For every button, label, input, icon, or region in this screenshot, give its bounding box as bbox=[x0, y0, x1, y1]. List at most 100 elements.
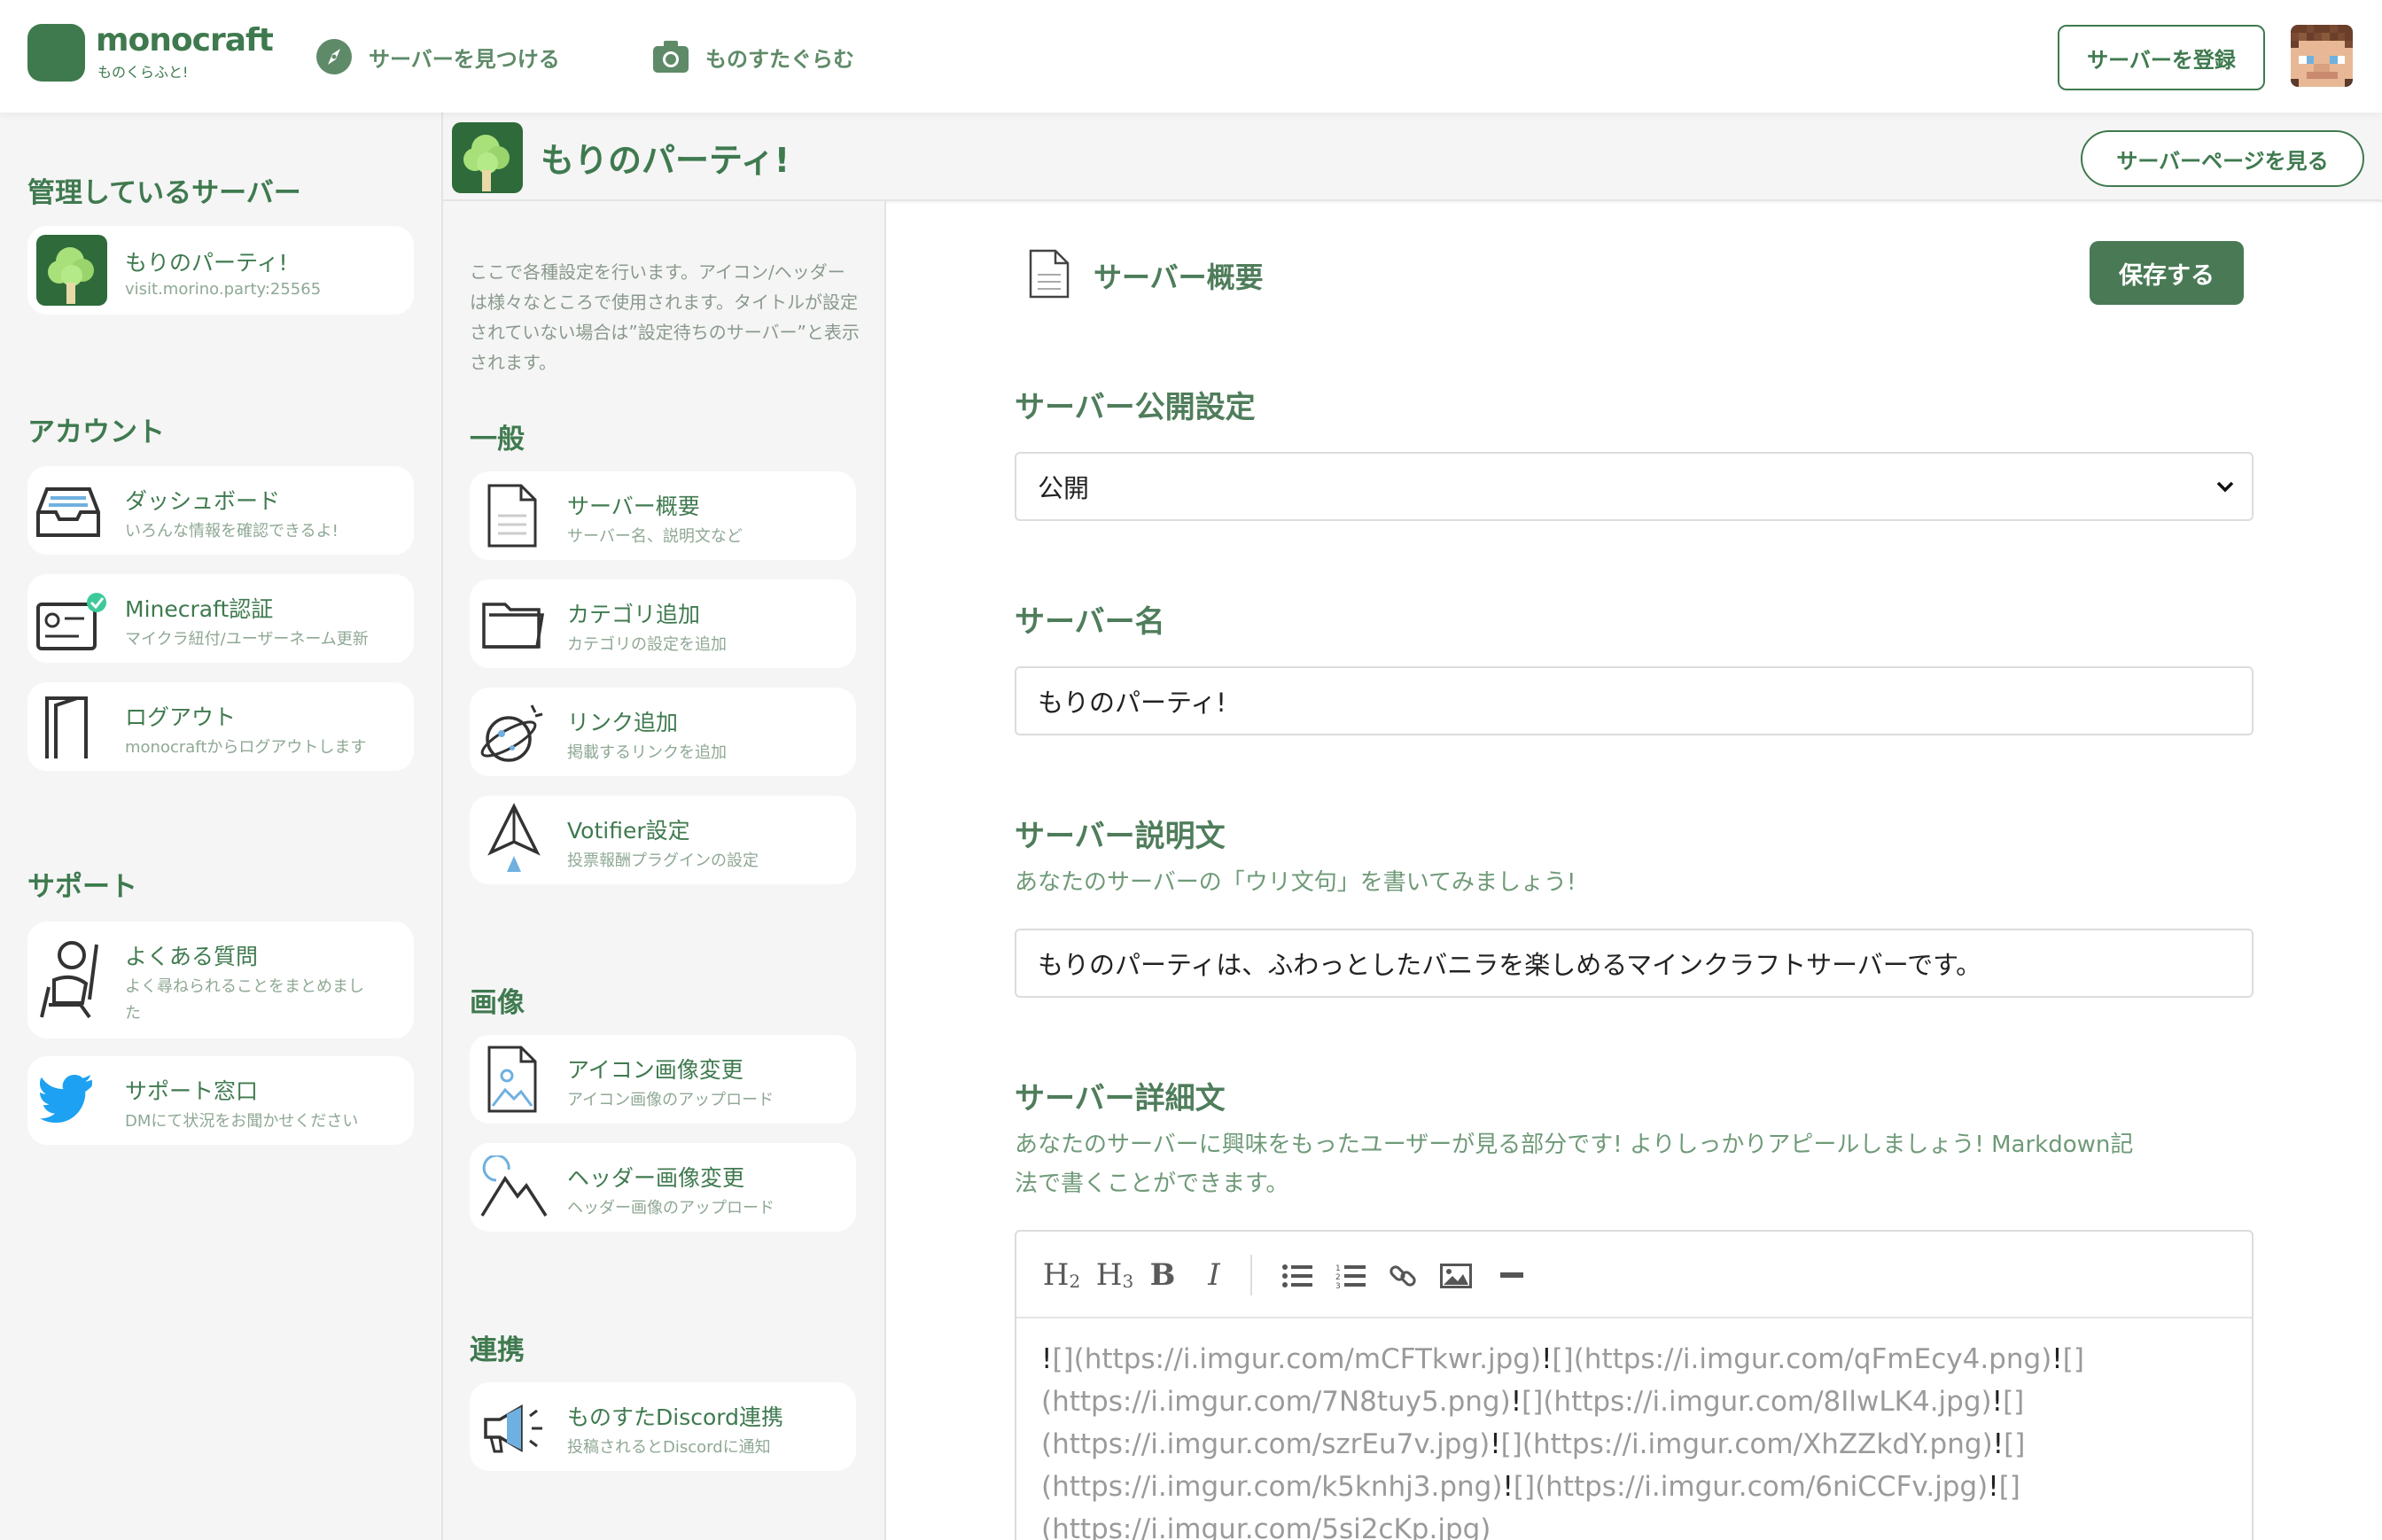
person-chair-icon bbox=[40, 941, 98, 1019]
settings-item-links[interactable]: リンク追加 掲載するリンクを追加 bbox=[470, 688, 856, 776]
votifier-label: Votifier設定 bbox=[567, 818, 690, 844]
links-sub: 掲載するリンクを追加 bbox=[567, 743, 727, 762]
overview-label: サーバー概要 bbox=[567, 494, 700, 519]
description-input[interactable]: もりのパーティは、ふわっとしたバニラを楽しめるマインクラフトサーバーです。 bbox=[1015, 929, 2254, 998]
compass-icon bbox=[316, 39, 352, 74]
chevron-down-icon bbox=[2216, 481, 2234, 493]
mountain-icon bbox=[480, 1155, 548, 1217]
id-card-check-icon bbox=[36, 593, 106, 650]
icon-image-sub: アイコン画像のアップロード bbox=[567, 1091, 775, 1109]
logout-sub: monocraftからログアウトします bbox=[125, 738, 367, 757]
server-tree-icon bbox=[452, 122, 523, 193]
integration-heading: 連携 bbox=[470, 1334, 525, 1366]
settings-item-category[interactable]: カテゴリ追加 カテゴリの設定を追加 bbox=[470, 579, 856, 668]
image-heading: 画像 bbox=[470, 987, 525, 1019]
settings-item-discord[interactable]: ものすたDiscord連携 投稿されるとDiscordに通知 bbox=[470, 1382, 856, 1471]
minecraft-auth-label: Minecraft認証 bbox=[125, 596, 274, 622]
server-name-input[interactable]: もりのパーティ! bbox=[1015, 666, 2254, 735]
minecraft-auth-sub: マイクラ紐付/ユーザーネーム更新 bbox=[125, 630, 369, 649]
settings-item-icon-image[interactable]: アイコン画像変更 アイコン画像のアップロード bbox=[470, 1035, 856, 1124]
editor-line: (https://i.imgur.com/szrEu7v.jpg)![](htt… bbox=[1041, 1428, 2026, 1460]
description-value: もりのパーティは、ふわっとしたバニラを楽しめるマインクラフトサーバーです。 bbox=[1038, 950, 1982, 980]
document-icon bbox=[1029, 249, 1070, 299]
editor-line: (https://i.imgur.com/5si2cKp.jpg) bbox=[1041, 1513, 1491, 1540]
nav-find-servers-label: サーバーを見つける bbox=[369, 46, 560, 72]
category-label: カテゴリ追加 bbox=[567, 602, 701, 627]
server-name-value: もりのパーティ! bbox=[1038, 688, 1226, 718]
sidebar-item-minecraft-auth[interactable]: Minecraft認証 マイクラ紐付/ユーザーネーム更新 bbox=[27, 574, 414, 663]
links-label: リンク追加 bbox=[567, 710, 679, 735]
support-sub: DMにて状況をお聞かせください bbox=[125, 1112, 359, 1131]
italic-button[interactable]: I bbox=[1199, 1256, 1229, 1294]
server-name-label: サーバー名 bbox=[1015, 604, 1165, 640]
logo-subtitle: ものくらふと! bbox=[97, 64, 189, 81]
visibility-select[interactable]: 公開 bbox=[1015, 452, 2254, 521]
sidebar-item-support[interactable]: サポート窓口 DMにて状況をお聞かせください bbox=[27, 1056, 414, 1145]
settings-item-header-image[interactable]: ヘッダー画像変更 ヘッダー画像のアップロード bbox=[470, 1143, 856, 1232]
visibility-value: 公開 bbox=[1038, 473, 1090, 503]
logout-label: ログアウト bbox=[125, 704, 237, 730]
account-heading: アカウント bbox=[27, 416, 165, 448]
markdown-editor[interactable]: H2 H3 B I 123 ![](https://i.imgur.com/mC… bbox=[1015, 1230, 2254, 1540]
nav-find-servers[interactable]: サーバーを見つける bbox=[315, 37, 560, 76]
dashboard-sub: いろんな情報を確認できるよ! bbox=[125, 522, 339, 541]
detail-hint-line2: 法で書くことができます。 bbox=[1015, 1171, 1289, 1197]
tree-server-icon bbox=[36, 235, 107, 306]
bullet-list-icon[interactable] bbox=[1282, 1264, 1312, 1287]
megaphone-icon bbox=[484, 1404, 542, 1453]
bold-button[interactable]: B bbox=[1148, 1256, 1178, 1294]
header-image-sub: ヘッダー画像のアップロード bbox=[567, 1199, 775, 1217]
managed-servers-heading: 管理しているサーバー bbox=[27, 177, 301, 209]
editor-toolbar: H2 H3 B I 123 bbox=[1016, 1232, 2252, 1318]
heading2-button[interactable]: H2 bbox=[1041, 1256, 1082, 1294]
nav-monostagram[interactable]: ものすたぐらむ bbox=[652, 37, 854, 76]
description-hint: あなたのサーバーの「ウリ文句」を書いてみましょう! bbox=[1015, 869, 1576, 896]
document-icon bbox=[487, 484, 537, 548]
visibility-label: サーバー公開設定 bbox=[1015, 390, 1256, 425]
twitter-bird-icon bbox=[40, 1074, 92, 1124]
faq-sub-line2: た bbox=[125, 1004, 141, 1023]
inbox-icon bbox=[36, 487, 100, 537]
votifier-sub: 投票報酬プラグインの設定 bbox=[567, 852, 759, 870]
managed-server-name: もりのパーティ! bbox=[125, 250, 288, 276]
support-label: サポート窓口 bbox=[125, 1078, 259, 1104]
overview-sub: サーバー名、説明文など bbox=[567, 527, 743, 546]
sidebar-item-dashboard[interactable]: ダッシュボード いろんな情報を確認できるよ! bbox=[27, 466, 414, 555]
register-server-button[interactable]: サーバーを登録 bbox=[2058, 25, 2265, 90]
sidebar-item-logout[interactable]: ログアウト monocraftからログアウトします bbox=[27, 682, 414, 771]
image-icon[interactable] bbox=[1440, 1264, 1472, 1288]
svg-text:1: 1 bbox=[1335, 1264, 1341, 1273]
logo-mark[interactable] bbox=[27, 24, 85, 82]
svg-text:2: 2 bbox=[1335, 1273, 1341, 1282]
managed-server-address: visit.morino.party:25565 bbox=[125, 280, 322, 299]
view-server-page-button[interactable]: サーバーページを見る bbox=[2081, 130, 2364, 187]
horizontal-rule-icon[interactable] bbox=[1500, 1272, 1523, 1278]
numbered-list-icon[interactable]: 123 bbox=[1335, 1263, 1366, 1289]
faq-sub-line1: よく尋ねられることをまとめまし bbox=[125, 977, 364, 996]
managed-server-card[interactable]: もりのパーティ! visit.morino.party:25565 bbox=[27, 226, 414, 315]
support-heading: サポート bbox=[27, 871, 137, 903]
toolbar-divider bbox=[1250, 1255, 1252, 1295]
description-label: サーバー説明文 bbox=[1015, 819, 1226, 854]
detail-editor-text[interactable]: ![](https://i.imgur.com/mCFTkwr.jpg)![](… bbox=[1041, 1338, 2246, 1540]
icon-image-label: アイコン画像変更 bbox=[567, 1057, 743, 1083]
header-image-label: ヘッダー画像変更 bbox=[567, 1165, 745, 1191]
sidebar-item-faq[interactable]: よくある質問 よく尋ねられることをまとめまし た bbox=[27, 922, 414, 1038]
folder-icon bbox=[482, 603, 545, 649]
save-button[interactable]: 保存する bbox=[2090, 241, 2244, 305]
nav-monostagram-label: ものすたぐらむ bbox=[705, 46, 854, 72]
settings-item-overview[interactable]: サーバー概要 サーバー名、説明文など bbox=[470, 471, 856, 560]
planet-icon bbox=[480, 704, 543, 762]
logo-text[interactable]: monocraft bbox=[96, 22, 274, 58]
image-file-icon bbox=[487, 1046, 537, 1113]
general-heading: 一般 bbox=[470, 424, 525, 455]
settings-item-votifier[interactable]: Votifier設定 投票報酬プラグインの設定 bbox=[470, 796, 856, 884]
camera-icon bbox=[653, 41, 689, 73]
top-navigation-bar: monocraft ものくらふと! サーバーを見つける ものすたぐらむ サーバー… bbox=[0, 0, 2382, 113]
heading3-button[interactable]: H3 bbox=[1094, 1256, 1135, 1294]
section-title: サーバー概要 bbox=[1094, 261, 1264, 294]
user-avatar[interactable] bbox=[2291, 25, 2353, 87]
link-icon[interactable] bbox=[1389, 1262, 1417, 1290]
discord-label: ものすたDiscord連携 bbox=[567, 1404, 783, 1430]
detail-hint-line1: あなたのサーバーに興味をもったユーザーが見る部分です! よりしっかりアピールしま… bbox=[1015, 1132, 2134, 1158]
